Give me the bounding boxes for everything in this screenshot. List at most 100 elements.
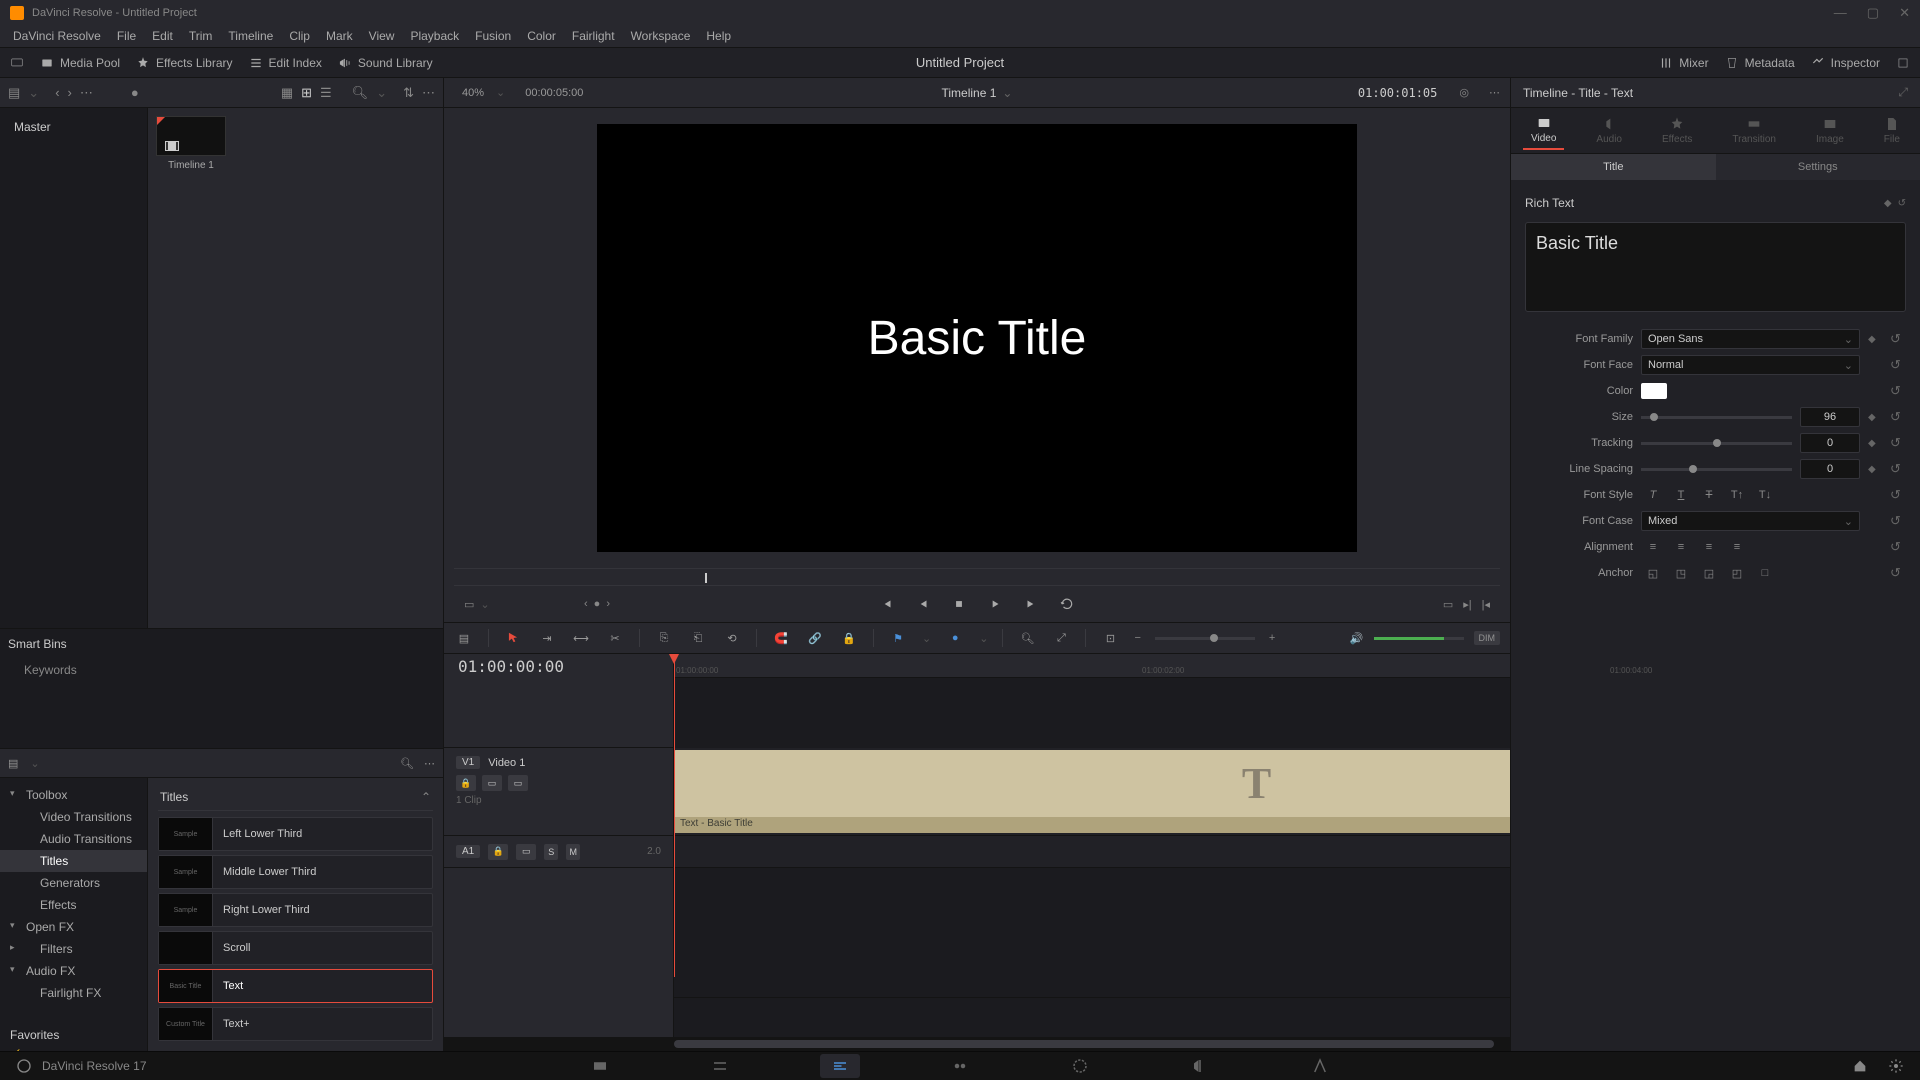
titles-node[interactable]: Titles: [0, 850, 147, 872]
match-frame-button[interactable]: ▭: [1443, 598, 1453, 611]
color-reset[interactable]: ↺: [1890, 383, 1906, 399]
menu-playback[interactable]: Playback: [403, 27, 466, 45]
toolbox-node[interactable]: Toolbox: [0, 784, 147, 806]
a1-mute[interactable]: M: [566, 844, 580, 860]
play-button[interactable]: [983, 592, 1007, 616]
snap-toggle[interactable]: 🧲: [771, 628, 791, 648]
title-left-lower-third[interactable]: SampleLeft Lower Third: [158, 817, 433, 851]
align-right-button[interactable]: ≡: [1697, 538, 1721, 556]
loop-button[interactable]: [1055, 592, 1079, 616]
anchor-ml[interactable]: ◰: [1725, 564, 1749, 582]
menu-mark[interactable]: Mark: [319, 27, 360, 45]
viewer-options[interactable]: ⋯: [1489, 86, 1500, 99]
fx-options[interactable]: ⋯: [424, 757, 435, 770]
mp-search-icon[interactable]: 🔍︎: [352, 85, 369, 101]
keywords-bin[interactable]: Keywords: [8, 659, 435, 681]
menu-color[interactable]: Color: [520, 27, 563, 45]
lock-toggle[interactable]: 🔒: [839, 628, 859, 648]
tracking-reset[interactable]: ↺: [1890, 435, 1906, 451]
font-family-reset[interactable]: ↺: [1890, 331, 1906, 347]
timeline-timecode[interactable]: 01:00:00:00: [444, 654, 674, 678]
v1-auto[interactable]: ▭: [482, 775, 502, 791]
subtab-title[interactable]: Title: [1511, 154, 1716, 180]
close-button[interactable]: ✕: [1899, 5, 1910, 21]
flag-button[interactable]: ⚑: [888, 628, 908, 648]
tab-audio[interactable]: Audio: [1588, 112, 1630, 149]
timeline-thumbnail[interactable]: Timeline 1: [156, 116, 226, 171]
zoom-to-fit[interactable]: ⊡: [1100, 628, 1120, 648]
first-frame-button[interactable]: [875, 592, 899, 616]
menu-davinci[interactable]: DaVinci Resolve: [6, 27, 108, 45]
fx-sidebar-toggle[interactable]: ▤: [8, 757, 18, 770]
v1-track-header[interactable]: V1 Video 1 🔒 ▭ ▭ 1 Clip: [444, 748, 673, 836]
menu-fusion[interactable]: Fusion: [468, 27, 518, 45]
a1-auto[interactable]: ▭: [516, 844, 536, 860]
tracking-kf[interactable]: ◆: [1868, 438, 1882, 449]
title-middle-lower-third[interactable]: SampleMiddle Lower Third: [158, 855, 433, 889]
linespacing-slider[interactable]: [1641, 468, 1792, 471]
next-edit-button[interactable]: ›: [606, 598, 610, 610]
blade-tool[interactable]: ✂: [605, 628, 625, 648]
openfx-node[interactable]: Open FX: [0, 916, 147, 938]
in-jump-button[interactable]: |◂: [1482, 598, 1490, 611]
audiofx-node[interactable]: Audio FX: [0, 960, 147, 982]
font-face-reset[interactable]: ↺: [1890, 357, 1906, 373]
dim-button[interactable]: DIM: [1474, 631, 1501, 645]
anchor-reset[interactable]: ↺: [1890, 565, 1906, 581]
a1-lane[interactable]: [674, 836, 1510, 868]
title-text-plus[interactable]: Custom TitleText+: [158, 1007, 433, 1041]
maximize-button[interactable]: ▢: [1867, 5, 1879, 21]
mp-sort-icon[interactable]: ⇅: [403, 85, 414, 101]
size-kf[interactable]: ◆: [1868, 412, 1882, 423]
color-swatch[interactable]: [1641, 383, 1667, 399]
font-family-select[interactable]: Open Sans: [1641, 329, 1860, 349]
selection-tool[interactable]: [503, 628, 523, 648]
v1-enable[interactable]: ▭: [508, 775, 528, 791]
deliver-page[interactable]: [1300, 1054, 1340, 1078]
tracking-slider[interactable]: [1641, 442, 1792, 445]
title-text[interactable]: Basic TitleText: [158, 969, 433, 1003]
anchor-tr[interactable]: ◲: [1697, 564, 1721, 582]
linespacing-value[interactable]: 0: [1800, 459, 1860, 479]
media-page[interactable]: [580, 1054, 620, 1078]
menu-workspace[interactable]: Workspace: [624, 27, 698, 45]
v1-lane[interactable]: T Text - Basic Title: [674, 748, 1510, 836]
link-toggle[interactable]: 🔗: [805, 628, 825, 648]
title-scroll[interactable]: Scroll: [158, 931, 433, 965]
mon-layout-button[interactable]: [10, 56, 24, 70]
titles-category[interactable]: Titles: [158, 784, 433, 811]
edit-index-toggle[interactable]: Edit Index: [249, 56, 322, 70]
fontcase-select[interactable]: Mixed: [1641, 511, 1860, 531]
tl-view-options[interactable]: ▤: [454, 628, 474, 648]
title-right-lower-third[interactable]: SampleRight Lower Third: [158, 893, 433, 927]
rich-text-input[interactable]: Basic Title: [1525, 222, 1906, 312]
underline-button[interactable]: T: [1669, 486, 1693, 504]
tracking-value[interactable]: 0: [1800, 433, 1860, 453]
prev-frame-button[interactable]: [911, 592, 935, 616]
viewer-zoom[interactable]: 40%: [462, 87, 484, 99]
gang-icon[interactable]: ◎: [1459, 86, 1469, 99]
volume-slider[interactable]: [1374, 637, 1464, 640]
italic-button[interactable]: T: [1641, 486, 1665, 504]
out-jump-button[interactable]: ▸|: [1463, 598, 1471, 611]
in-out-range[interactable]: ●: [594, 598, 601, 610]
subtab-settings[interactable]: Settings: [1716, 154, 1920, 180]
home-button[interactable]: [1852, 1058, 1868, 1074]
trim-tool[interactable]: ⇥: [537, 628, 557, 648]
superscript-button[interactable]: T↑: [1725, 486, 1749, 504]
align-center-button[interactable]: ≡: [1669, 538, 1693, 556]
subscript-button[interactable]: T↓: [1753, 486, 1777, 504]
a1-track-header[interactable]: A1 🔒 ▭ S M 2.0: [444, 836, 673, 868]
mp-thumb-view[interactable]: ▦: [281, 85, 293, 101]
tab-video[interactable]: Video: [1523, 111, 1564, 150]
cut-page[interactable]: [700, 1054, 740, 1078]
anchor-tc[interactable]: ◳: [1669, 564, 1693, 582]
edit-page[interactable]: [820, 1054, 860, 1078]
fusion-page[interactable]: [940, 1054, 980, 1078]
align-left-button[interactable]: ≡: [1641, 538, 1665, 556]
menu-timeline[interactable]: Timeline: [221, 27, 280, 45]
size-slider[interactable]: [1641, 416, 1792, 419]
dynamic-trim-tool[interactable]: ⟷: [571, 628, 591, 648]
fontcase-reset[interactable]: ↺: [1890, 513, 1906, 529]
media-pool-toggle[interactable]: Media Pool: [40, 56, 120, 70]
